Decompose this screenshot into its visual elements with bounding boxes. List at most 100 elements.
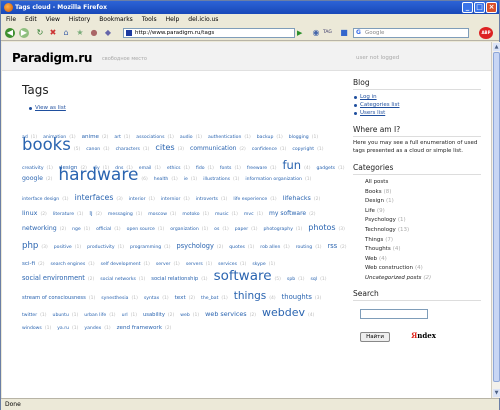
tag-link[interactable]: hardware bbox=[58, 165, 138, 185]
back-icon[interactable]: ◀ bbox=[5, 28, 15, 38]
delicious-icon[interactable]: ■ bbox=[339, 28, 349, 38]
tag-link[interactable]: social networks bbox=[100, 277, 136, 282]
search-button[interactable]: Найти bbox=[360, 331, 390, 342]
category-item[interactable]: Technology (13) bbox=[353, 226, 481, 236]
tag-link[interactable]: rss bbox=[328, 242, 338, 250]
tag-link[interactable]: windows bbox=[22, 326, 42, 331]
users-list-link[interactable]: Users list bbox=[353, 109, 481, 117]
forward-icon[interactable]: ▶ bbox=[19, 28, 29, 38]
category-name[interactable]: Books bbox=[365, 189, 382, 195]
tag-link[interactable]: canon bbox=[86, 147, 100, 152]
category-item[interactable]: Books (8) bbox=[353, 188, 481, 198]
category-name[interactable]: Psychology bbox=[365, 217, 396, 223]
category-item[interactable]: All posts bbox=[353, 178, 481, 188]
tag-link[interactable]: gadgets bbox=[316, 166, 335, 171]
tag-link[interactable]: books bbox=[22, 135, 71, 154]
login-link[interactable]: Log in bbox=[353, 93, 481, 101]
category-name[interactable]: Thoughts bbox=[365, 246, 391, 252]
tag-link[interactable]: communication bbox=[190, 145, 236, 152]
menu-view[interactable]: View bbox=[46, 14, 60, 25]
tag-link[interactable]: zend framework bbox=[117, 325, 162, 331]
tag-link[interactable]: thoughts bbox=[282, 293, 312, 301]
category-name[interactable]: Life bbox=[365, 208, 375, 214]
tag-link[interactable]: sql bbox=[311, 277, 318, 282]
category-item[interactable]: Life (9) bbox=[353, 207, 481, 217]
categories-list-link[interactable]: Categories list bbox=[353, 101, 481, 109]
close-button[interactable]: × bbox=[486, 2, 497, 13]
category-item[interactable]: Psychology (1) bbox=[353, 216, 481, 226]
tag-count: (2) bbox=[87, 277, 95, 282]
tag-link[interactable]: nge bbox=[72, 227, 81, 232]
stop-icon[interactable]: ✖ bbox=[48, 28, 58, 38]
view-as-list-link[interactable]: View as list bbox=[29, 105, 66, 111]
go-icon[interactable]: ▶ bbox=[297, 28, 306, 38]
menu-help[interactable]: Help bbox=[166, 14, 180, 25]
tag-link[interactable]: web bbox=[180, 313, 190, 318]
home-icon[interactable]: ⌂ bbox=[61, 28, 71, 38]
tag-link[interactable]: social environment bbox=[22, 274, 85, 282]
site-logo[interactable]: Paradigm.ru bbox=[12, 51, 92, 65]
tag-link[interactable]: open source bbox=[127, 227, 155, 232]
bookmark-icon[interactable]: ★ bbox=[75, 28, 85, 38]
menu-edit[interactable]: Edit bbox=[25, 14, 37, 25]
tag-link[interactable]: social relationship bbox=[151, 276, 198, 282]
minimize-button[interactable]: _ bbox=[462, 2, 473, 13]
tag-link[interactable]: copyright bbox=[292, 147, 314, 152]
tag-link[interactable]: information organization bbox=[245, 177, 302, 182]
tag-button[interactable]: TAG bbox=[323, 30, 332, 35]
menu-tools[interactable]: Tools bbox=[142, 14, 157, 25]
tag-link[interactable]: spb bbox=[287, 277, 295, 282]
tag-link[interactable]: official bbox=[96, 227, 111, 232]
maximize-button[interactable]: □ bbox=[474, 2, 485, 13]
tag-link[interactable]: networking bbox=[22, 225, 57, 232]
category-item[interactable]: Uncategorized posts (2) bbox=[353, 274, 481, 284]
tag-link[interactable]: psychology bbox=[177, 242, 214, 250]
category-item[interactable]: Design (1) bbox=[353, 197, 481, 207]
scrollbar-thumb[interactable] bbox=[493, 52, 500, 382]
vertical-scrollbar[interactable]: ▲ ▼ bbox=[491, 42, 500, 398]
tag-link[interactable]: yandex bbox=[84, 326, 101, 331]
category-name[interactable]: All posts bbox=[365, 179, 388, 185]
category-item[interactable]: Thoughts (4) bbox=[353, 245, 481, 255]
category-name[interactable]: Uncategorized posts bbox=[365, 275, 421, 281]
search-input[interactable]: G Google bbox=[353, 28, 469, 38]
tag-link[interactable]: os bbox=[214, 227, 219, 232]
tag-link[interactable]: health bbox=[154, 177, 169, 182]
tag-link[interactable]: organization bbox=[170, 227, 199, 232]
adblock-icon[interactable]: ABP bbox=[479, 27, 493, 39]
scroll-up-icon[interactable]: ▲ bbox=[493, 43, 500, 51]
menu-file[interactable]: File bbox=[6, 14, 16, 25]
tag-link[interactable]: characters bbox=[116, 147, 140, 152]
tag-link[interactable]: routing bbox=[296, 245, 312, 250]
menu-delicious[interactable]: del.icio.us bbox=[188, 14, 218, 25]
category-name[interactable]: Things bbox=[365, 237, 383, 243]
category-name[interactable]: Web bbox=[365, 256, 377, 262]
category-item[interactable]: Web (4) bbox=[353, 255, 481, 265]
tag-link[interactable]: paper bbox=[235, 227, 248, 232]
category-item[interactable]: Things (7) bbox=[353, 236, 481, 246]
tag-link[interactable]: ya.ru bbox=[57, 326, 69, 331]
tag-link[interactable]: photos bbox=[308, 223, 335, 232]
tag-link[interactable]: ie bbox=[184, 177, 188, 182]
category-item[interactable]: Web construction (4) bbox=[353, 264, 481, 274]
menu-bookmarks[interactable]: Bookmarks bbox=[99, 14, 133, 25]
tag-link[interactable]: software bbox=[214, 268, 272, 284]
tag-link[interactable]: webdev bbox=[262, 306, 305, 319]
tag-link[interactable]: confidence bbox=[252, 147, 277, 152]
menu-history[interactable]: History bbox=[69, 14, 90, 25]
category-name[interactable]: Design bbox=[365, 198, 384, 204]
tag-link[interactable]: web services bbox=[205, 310, 246, 318]
tag-link[interactable]: cites bbox=[155, 142, 174, 152]
feed-icon[interactable]: ◉ bbox=[311, 28, 321, 38]
url-bar[interactable]: http://www.paradigm.ru/tags bbox=[123, 28, 295, 38]
category-name[interactable]: Web construction bbox=[365, 265, 413, 271]
tag-link[interactable]: illustrations bbox=[203, 177, 230, 182]
category-name[interactable]: Technology bbox=[365, 227, 396, 233]
reload-icon[interactable]: ↻ bbox=[35, 28, 45, 38]
tag-link[interactable]: google bbox=[22, 175, 43, 182]
toolbar-icon[interactable]: ● bbox=[89, 28, 99, 38]
scroll-down-icon[interactable]: ▼ bbox=[493, 389, 500, 397]
site-search-input[interactable] bbox=[360, 309, 428, 320]
addon-icon[interactable]: ◆ bbox=[103, 28, 113, 38]
tag-link[interactable]: photography bbox=[264, 227, 293, 232]
